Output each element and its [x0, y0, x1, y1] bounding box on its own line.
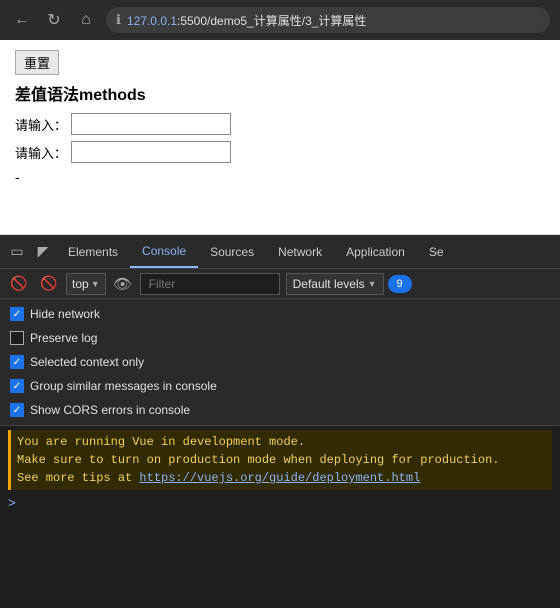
- console-output[interactable]: You are running Vue in development mode.…: [0, 426, 560, 608]
- form-label-2: 请输入：: [15, 143, 67, 162]
- group-similar-label: Group similar messages in console: [30, 379, 217, 393]
- chevron-down-icon: ▼: [91, 279, 100, 289]
- devtools-dock-icon[interactable]: ▭: [4, 239, 30, 265]
- form-row-2: 请输入：: [15, 141, 545, 163]
- browser-chrome: ← ↻ ⌂ ℹ 127.0.0.1:5500/demo5_计算属性/3_计算属性: [0, 0, 560, 40]
- page-content: 重置 差值语法methods 请输入： 请输入： -: [0, 40, 560, 235]
- address-host: 127.0.0.1: [127, 14, 177, 28]
- option-preserve-log[interactable]: Preserve log: [10, 327, 550, 349]
- form-label-1: 请输入：: [15, 115, 67, 134]
- console-warning: You are running Vue in development mode.…: [8, 430, 552, 490]
- tab-sources[interactable]: Sources: [198, 235, 266, 268]
- filter-input[interactable]: [140, 273, 280, 295]
- levels-select[interactable]: Default levels ▼: [286, 273, 384, 295]
- page-title: 差值语法methods: [15, 81, 545, 105]
- address-path: /demo5_计算属性/3_计算属性: [207, 14, 366, 28]
- block-icon[interactable]: 🚫: [36, 271, 62, 297]
- tab-network[interactable]: Network: [266, 235, 334, 268]
- back-button[interactable]: ←: [10, 8, 34, 32]
- levels-label: Default levels: [293, 277, 365, 291]
- info-icon: ℹ: [116, 12, 121, 28]
- option-cors-errors[interactable]: Show CORS errors in console: [10, 399, 550, 421]
- option-group-similar[interactable]: Group similar messages in console: [10, 375, 550, 397]
- clear-console-icon[interactable]: 🚫: [6, 271, 32, 297]
- eye-icon[interactable]: 👁: [110, 271, 136, 297]
- devtools-tabs: ▭ ◤ Elements Console Sources Network App…: [0, 235, 560, 269]
- reset-button[interactable]: 重置: [15, 50, 59, 75]
- devtools-undock-icon[interactable]: ◤: [30, 239, 56, 265]
- address-bar[interactable]: ℹ 127.0.0.1:5500/demo5_计算属性/3_计算属性: [106, 7, 550, 33]
- warning-line3-prefix: See more tips at: [17, 471, 139, 485]
- devtools-toolbar: 🚫 🚫 top ▼ 👁 Default levels ▼ 9: [0, 269, 560, 299]
- hide-network-label: Hide network: [30, 307, 100, 321]
- preserve-log-label: Preserve log: [30, 331, 97, 345]
- address-port: :5500: [177, 14, 207, 28]
- option-selected-context[interactable]: Selected context only: [10, 351, 550, 373]
- cors-errors-checkbox[interactable]: [10, 403, 24, 417]
- group-similar-checkbox[interactable]: [10, 379, 24, 393]
- deployment-link[interactable]: https://vuejs.org/guide/deployment.html: [139, 471, 420, 485]
- tab-elements[interactable]: Elements: [56, 235, 130, 268]
- option-hide-network[interactable]: Hide network: [10, 303, 550, 325]
- form-input-1[interactable]: [71, 113, 231, 135]
- tab-application[interactable]: Application: [334, 235, 417, 268]
- address-text: 127.0.0.1:5500/demo5_计算属性/3_计算属性: [127, 12, 366, 29]
- devtools-panel: ▭ ◤ Elements Console Sources Network App…: [0, 235, 560, 608]
- top-context-select[interactable]: top ▼: [66, 273, 106, 295]
- console-badge: 9: [388, 275, 412, 293]
- console-options: Hide network Preserve log Selected conte…: [0, 299, 560, 426]
- hide-network-checkbox[interactable]: [10, 307, 24, 321]
- levels-chevron-icon: ▼: [368, 279, 377, 289]
- preserve-log-checkbox[interactable]: [10, 331, 24, 345]
- home-button[interactable]: ⌂: [74, 8, 98, 32]
- warning-line2: Make sure to turn on production mode whe…: [17, 451, 546, 469]
- tab-more[interactable]: Se: [417, 235, 456, 268]
- warning-line1: You are running Vue in development mode.: [17, 433, 546, 451]
- top-label: top: [72, 277, 89, 291]
- form-input-2[interactable]: [71, 141, 231, 163]
- tab-console[interactable]: Console: [130, 235, 198, 268]
- warning-line3: See more tips at https://vuejs.org/guide…: [17, 469, 546, 487]
- selected-context-checkbox[interactable]: [10, 355, 24, 369]
- prompt-arrow-icon: >: [8, 496, 16, 511]
- console-prompt[interactable]: >: [8, 494, 552, 513]
- cors-errors-label: Show CORS errors in console: [30, 403, 190, 417]
- form-row-1: 请输入：: [15, 113, 545, 135]
- minus-sign: -: [15, 169, 545, 185]
- reload-button[interactable]: ↻: [42, 8, 66, 32]
- selected-context-label: Selected context only: [30, 355, 144, 369]
